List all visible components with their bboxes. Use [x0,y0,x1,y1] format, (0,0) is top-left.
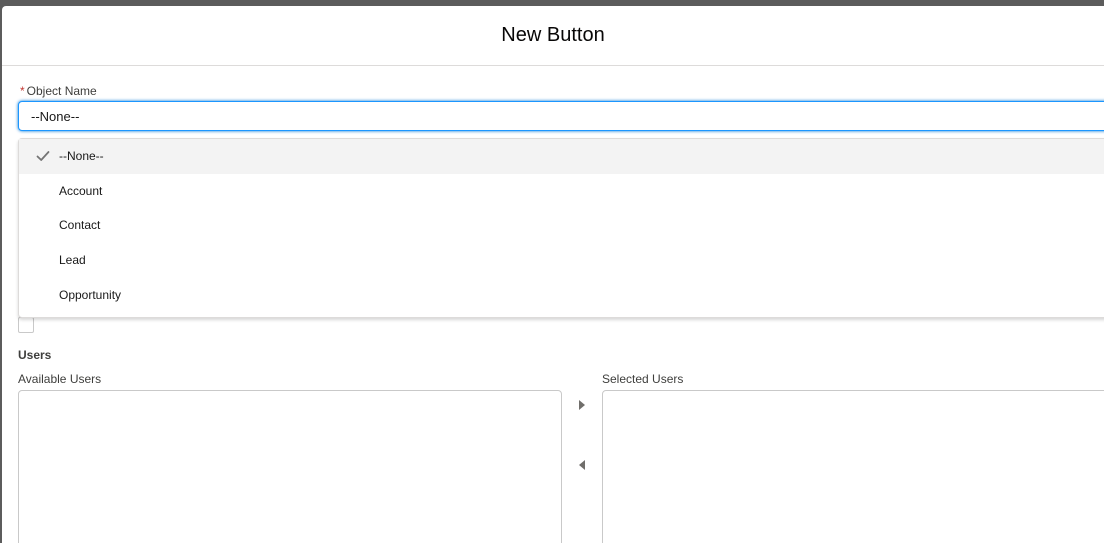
option-label: Lead [59,253,86,268]
option-none[interactable]: --None-- [19,139,1104,174]
available-users-label: Available Users [18,372,102,386]
option-lead[interactable]: Lead [19,243,1104,278]
object-name-combobox[interactable]: --None-- [18,101,1104,131]
option-contact[interactable]: Contact [19,208,1104,243]
new-button-modal: New Button * Object Name --None-- --None-… [2,6,1104,543]
option-label: Opportunity [59,287,122,302]
users-section-title: Users [18,348,52,362]
object-name-value: --None-- [31,108,80,124]
checkbox[interactable] [18,317,34,333]
object-name-label: * Object Name [20,84,97,98]
selected-users-listbox[interactable] [602,390,1104,543]
object-name-dropdown: --None-- Account Contact Lead Opportunit… [18,138,1104,318]
modal-header: New Button [2,6,1104,66]
selected-users-label: Selected Users [602,372,684,386]
object-name-label-text: Object Name [26,84,97,98]
option-label: Contact [59,218,101,233]
option-label: --None-- [59,149,104,164]
required-marker: * [20,84,25,98]
triangle-left-icon [579,460,585,470]
available-users-listbox[interactable] [18,390,562,543]
check-icon [36,151,50,162]
move-right-button[interactable] [574,397,590,413]
option-opportunity[interactable]: Opportunity [19,277,1104,312]
modal-title: New Button [501,24,605,46]
triangle-right-icon [579,400,585,410]
option-account[interactable]: Account [19,174,1104,209]
option-label: Account [59,183,103,198]
move-left-button[interactable] [574,457,590,473]
